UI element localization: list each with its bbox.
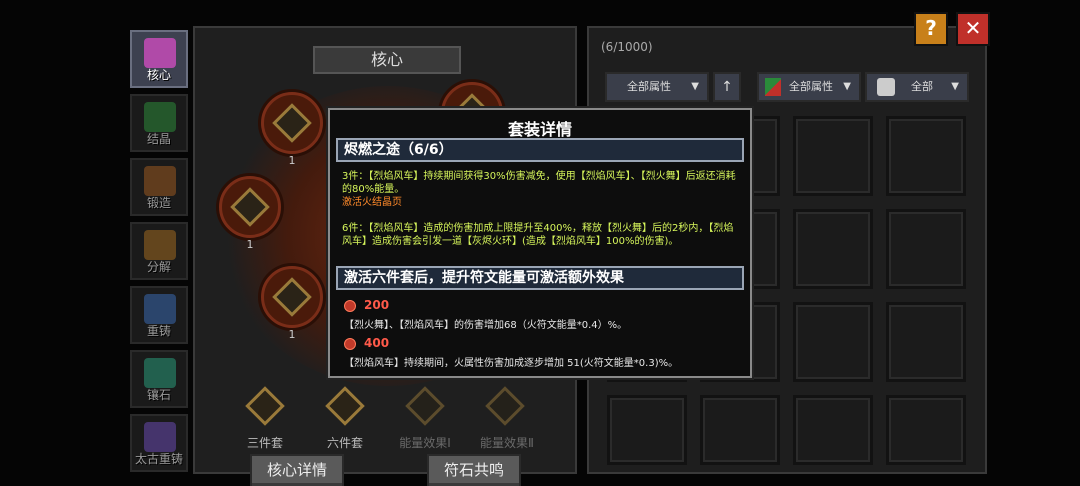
nav-item-crystal[interactable]: 结晶 <box>130 94 188 152</box>
rune-gem-icon <box>272 277 312 317</box>
rune-gem-icon <box>485 386 525 426</box>
core-title: 核心 <box>313 46 461 74</box>
inlay-icon <box>144 358 176 388</box>
inventory-slot[interactable] <box>607 395 687 465</box>
set-name-bar: 烬燃之途（6/6） <box>336 138 744 162</box>
energy-bonus-text: 【烈焰风车】持续期间，火属性伤害加成逐步增加 51(火符文能量*0.3)%。 <box>344 358 679 369</box>
rune-gem-icon <box>325 386 365 426</box>
inventory-slot[interactable] <box>886 209 966 289</box>
inventory-slot[interactable] <box>793 116 873 196</box>
nav-label: 核心 <box>146 68 171 82</box>
three-piece-effect: 3件：【烈焰风车】持续期间获得30%伤害减免，使用【烈焰风车】、【烈火舞】后返还… <box>342 171 736 195</box>
nav-label: 重铸 <box>146 324 171 338</box>
sort-button[interactable]: ↑ <box>713 72 741 102</box>
fire-rune-icon <box>344 338 356 350</box>
nav-label: 太古重铸 <box>134 452 183 466</box>
set-detail-modal: 套装详情 烬燃之途（6/6） 3件：【烈焰风车】持续期间获得30%伤害减免，使用… <box>328 108 752 378</box>
nav-label: 分解 <box>146 260 171 274</box>
help-button[interactable]: ? <box>914 12 948 46</box>
close-icon: ✕ <box>964 16 982 40</box>
question-mark-icon: ? <box>925 16 937 40</box>
core-slot[interactable]: 1 <box>261 266 323 341</box>
inventory-slot[interactable] <box>700 395 780 465</box>
activate-crystal-link[interactable]: 激活火结晶页 <box>342 196 738 209</box>
nav-label: 镶石 <box>146 388 171 402</box>
set-label-six: 六件套 <box>326 436 363 450</box>
filter-label: 全部属性 <box>789 80 833 93</box>
fire-rune-icon <box>344 300 356 312</box>
chevron-down-icon: ▼ <box>843 81 851 92</box>
set-bonus-slot[interactable] <box>400 384 450 434</box>
slot-count: 1 <box>288 328 296 341</box>
type-filter-dropdown[interactable]: 全部 ▼ <box>865 72 969 102</box>
element-color-icon <box>765 78 781 96</box>
nav-label: 锻造 <box>146 196 171 210</box>
nav-label: 结晶 <box>146 132 171 146</box>
slot-count: 1 <box>288 154 296 167</box>
energy-bonus-text: 【烈火舞】、【烈焰风车】的伤害增加68（火符文能量*0.4）%。 <box>344 320 628 331</box>
rune-resonance-button[interactable]: 符石共鸣 <box>427 454 521 486</box>
attribute-filter-dropdown[interactable]: 全部属性 ▼ <box>605 72 709 102</box>
set-label-energy-1: 能量效果Ⅰ <box>399 436 451 450</box>
rune-gem-icon <box>230 187 270 227</box>
set-label-energy-2: 能量效果Ⅱ <box>480 436 534 450</box>
inventory-slot[interactable] <box>793 302 873 382</box>
inventory-slot[interactable] <box>793 209 873 289</box>
nav-item-decompose[interactable]: 分解 <box>130 222 188 280</box>
inventory-slot[interactable] <box>793 395 873 465</box>
core-detail-button[interactable]: 核心详情 <box>250 454 344 486</box>
modal-title: 套装详情 <box>507 120 572 139</box>
set-label-three: 三件套 <box>246 436 283 450</box>
robot-icon <box>877 78 895 96</box>
set-bonus-slot[interactable] <box>480 384 530 434</box>
chevron-down-icon: ▼ <box>951 81 959 92</box>
nav-item-forge[interactable]: 锻造 <box>130 158 188 216</box>
ancient-recast-icon <box>144 422 176 452</box>
inventory-slot[interactable] <box>886 116 966 196</box>
rune-gem-icon <box>245 386 285 426</box>
set-bonus-slot[interactable] <box>240 384 290 434</box>
element-filter-dropdown[interactable]: 全部属性 ▼ <box>757 72 861 102</box>
energy-threshold: 400 <box>364 336 390 350</box>
decompose-icon <box>144 230 176 260</box>
filter-label: 全部 <box>911 80 933 93</box>
core-slot[interactable]: 1 <box>261 92 323 167</box>
inventory-count: (6/1000) <box>601 40 653 54</box>
set-bonus-slot[interactable] <box>320 384 370 434</box>
energy-threshold: 200 <box>364 298 390 312</box>
close-button[interactable]: ✕ <box>956 12 990 46</box>
nav-item-ancient-recast[interactable]: 太古重铸 <box>130 414 188 472</box>
filter-label: 全部属性 <box>627 80 671 93</box>
nav-item-recast[interactable]: 重铸 <box>130 286 188 344</box>
inventory-slot[interactable] <box>886 395 966 465</box>
six-piece-effect: 6件：【烈焰风车】造成的伤害加成上限提升至400%，释放【烈火舞】后的2秒内，【… <box>342 223 734 247</box>
recast-icon <box>144 294 176 324</box>
core-vase-icon <box>144 38 176 68</box>
arrow-up-icon: ↑ <box>721 79 733 95</box>
crystal-icon <box>144 102 176 132</box>
inventory-slot[interactable] <box>886 302 966 382</box>
rune-gem-icon <box>272 103 312 143</box>
nav-item-core[interactable]: 核心 <box>130 30 188 88</box>
side-nav: 核心 结晶 锻造 分解 重铸 镶石 太古重铸 <box>128 30 190 480</box>
slot-count: 1 <box>246 238 254 251</box>
anvil-icon <box>144 166 176 196</box>
energy-header-bar: 激活六件套后，提升符文能量可激活额外效果 <box>336 266 744 290</box>
nav-item-inlay[interactable]: 镶石 <box>130 350 188 408</box>
chevron-down-icon: ▼ <box>691 81 699 92</box>
rune-gem-icon <box>405 386 445 426</box>
core-slot[interactable]: 1 <box>219 176 281 251</box>
